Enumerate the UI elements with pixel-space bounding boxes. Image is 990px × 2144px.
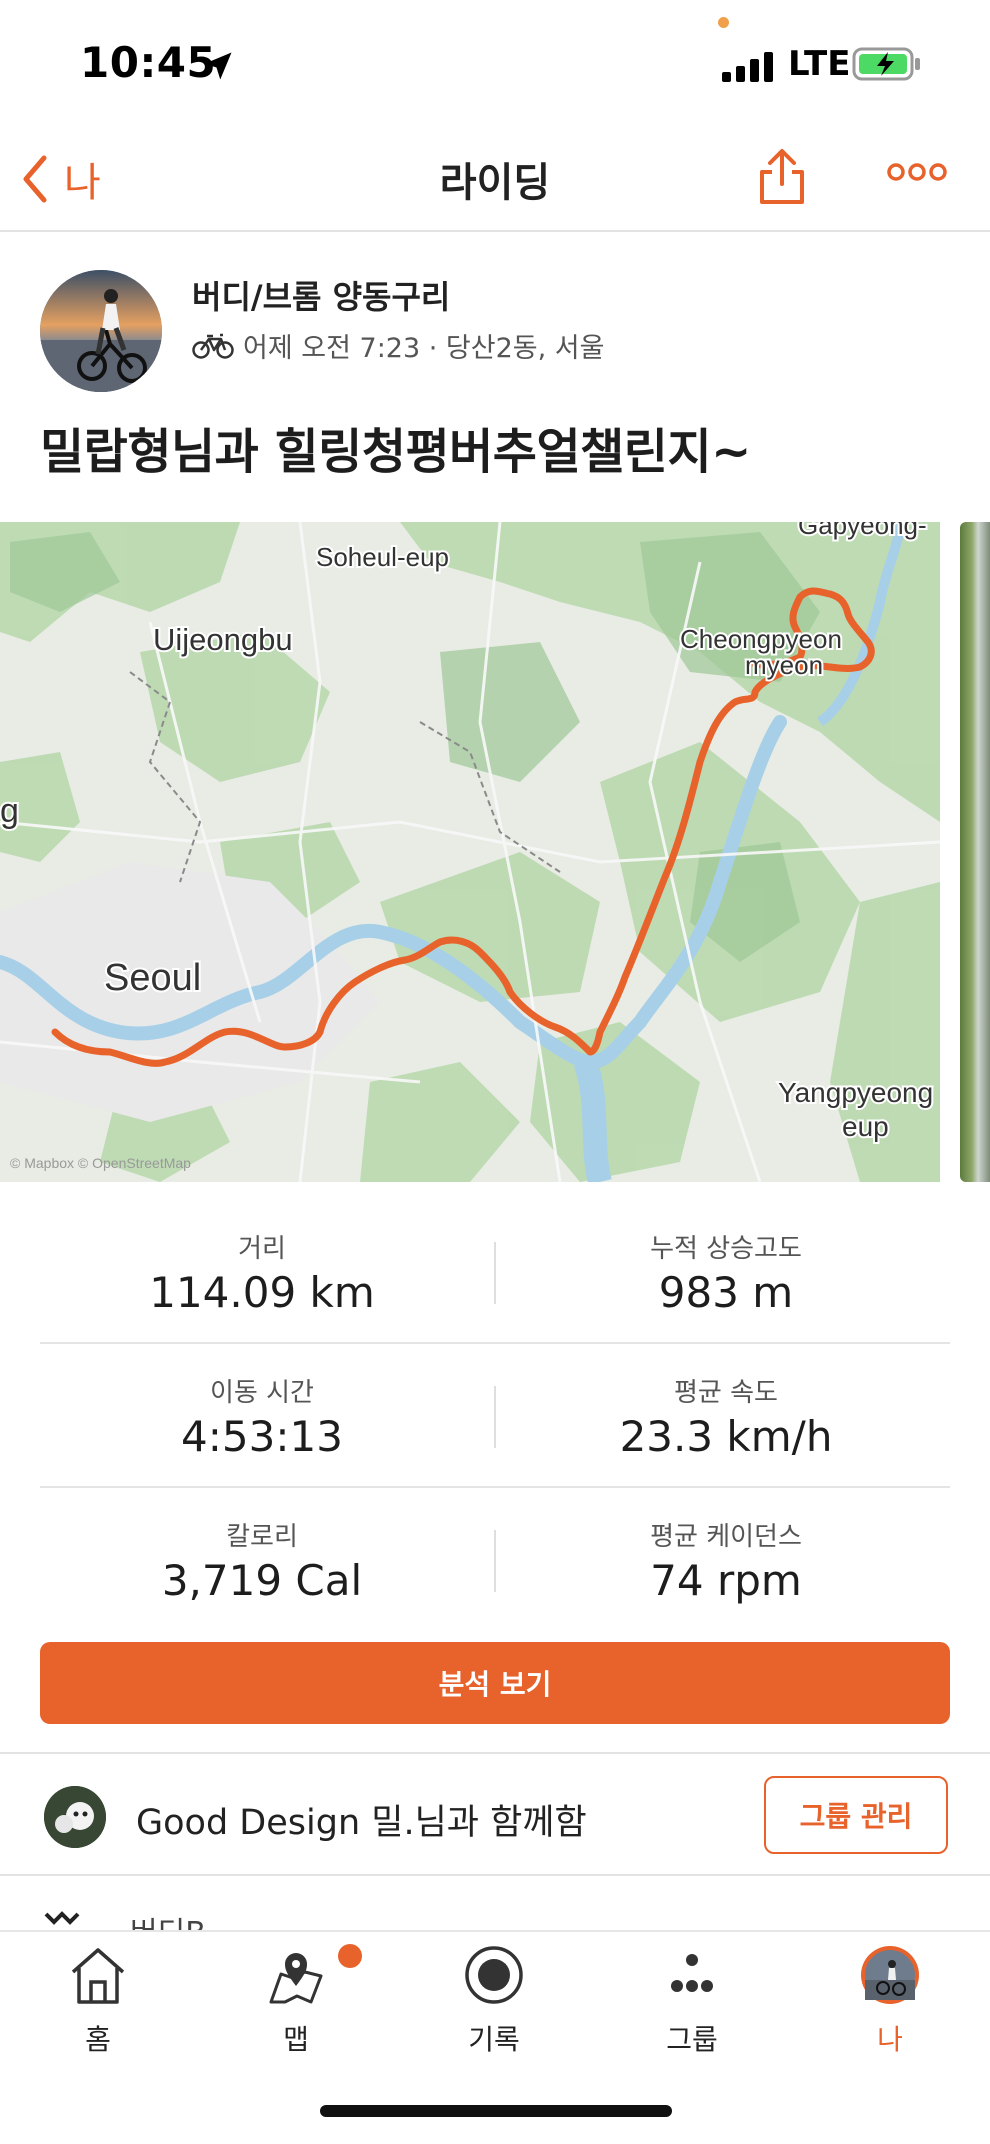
view-analysis-button[interactable]: 분석 보기 (40, 1642, 950, 1724)
record-icon (465, 1946, 523, 2004)
group-avatar-photo (44, 1786, 106, 1848)
stat-elevation-label: 누적 상승고도 (650, 1234, 802, 1264)
profile-avatar (861, 1946, 919, 2004)
nav-divider (0, 230, 990, 232)
stat-avg-speed-value: 23.3 km/h (619, 1412, 833, 1461)
avatar-photo (40, 270, 162, 392)
label-uijeongbu: Uijeongbu (153, 622, 293, 657)
tab-home-label: 홈 (85, 2023, 111, 2056)
privacy-indicator-dot (718, 17, 729, 28)
route-map[interactable]: Gapyeong- Soheul-eup Uijeongbu Cheongpye… (0, 522, 940, 1182)
network-type: LTE (788, 44, 851, 84)
group-member-avatar[interactable] (44, 1786, 106, 1848)
shoe-icon (44, 1911, 80, 1925)
status-time: 10:45 (80, 38, 217, 87)
tab-map-label: 맵 (283, 2023, 309, 2056)
tab-record[interactable]: 기록 (434, 1944, 554, 2058)
bike-icon (192, 333, 234, 359)
label-soheul: Soheul-eup (316, 542, 449, 572)
stat-row-divider (40, 1486, 950, 1488)
peek-text: 버디B (130, 1910, 206, 1932)
label-eup: eup (842, 1111, 889, 1142)
stat-distance-label: 거리 (238, 1234, 286, 1264)
tab-home[interactable]: 홈 (38, 1944, 158, 2058)
section-divider (0, 1752, 990, 1754)
athlete-name[interactable]: 버디/브롬 양동구리 (192, 272, 450, 318)
stat-distance-value: 114.09 km (149, 1268, 375, 1317)
map-icon (269, 1953, 323, 2004)
label-myeon: myeon (745, 650, 823, 680)
map-canvas: Gapyeong- Soheul-eup Uijeongbu Cheongpye… (0, 522, 940, 1182)
groups-icon (671, 1954, 713, 1992)
tab-groups[interactable]: 그룹 (632, 1944, 752, 2058)
activity-photo-thumbnail[interactable] (960, 522, 990, 1182)
stat-cadence-value: 74 rpm (650, 1556, 802, 1605)
stat-calories-value: 3,719 Cal (161, 1556, 363, 1605)
tab-record-label: 기록 (468, 2023, 520, 2056)
cellular-signal-icon (722, 52, 773, 82)
stat-elevation-value: 983 m (658, 1268, 794, 1317)
label-yangpyeong: Yangpyeong (778, 1077, 933, 1108)
stat-cadence-label: 평균 케이던스 (650, 1522, 802, 1552)
stat-moving-time-value: 4:53:13 (181, 1412, 343, 1461)
label-g: g (0, 792, 19, 830)
activity-meta: 어제 오전 7:23 · 당산2동, 서울 (243, 333, 605, 364)
athlete-avatar[interactable] (40, 270, 162, 392)
manage-group-button[interactable]: 그룹 관리 (764, 1776, 948, 1854)
section-divider (0, 1874, 990, 1876)
share-icon[interactable] (758, 146, 806, 206)
stat-separator (494, 1386, 496, 1448)
home-indicator[interactable] (320, 2105, 672, 2117)
home-icon (71, 1948, 125, 2004)
more-options-icon[interactable] (886, 160, 948, 184)
tab-map[interactable]: 맵 (236, 1944, 356, 2058)
battery-charging-icon (852, 47, 920, 81)
stat-calories-label: 칼로리 (226, 1522, 298, 1552)
stat-avg-speed-label: 평균 속도 (674, 1378, 778, 1408)
tab-profile[interactable]: 나 (830, 1944, 950, 2058)
stat-moving-time-label: 이동 시간 (210, 1378, 314, 1408)
label-seoul: Seoul (104, 957, 201, 999)
map-notification-dot (338, 1944, 362, 1968)
stat-row-divider (40, 1342, 950, 1344)
tab-groups-label: 그룹 (666, 2023, 718, 2056)
stat-separator (494, 1242, 496, 1304)
group-ride-text[interactable]: Good Design 밀.님과 함께함 (136, 1794, 587, 1845)
stat-separator (494, 1530, 496, 1592)
next-row-peek: 버디B (44, 1910, 344, 1932)
activity-title: 밀랍형님과 힐링청평버추얼챌린지~ (40, 424, 751, 480)
location-arrow-icon (204, 52, 232, 80)
tab-profile-label: 나 (877, 2023, 903, 2056)
page-title: 라이딩 (439, 160, 551, 206)
label-gapyeong: Gapyeong- (798, 522, 927, 540)
map-attribution: © Mapbox © OpenStreetMap (10, 1155, 191, 1171)
